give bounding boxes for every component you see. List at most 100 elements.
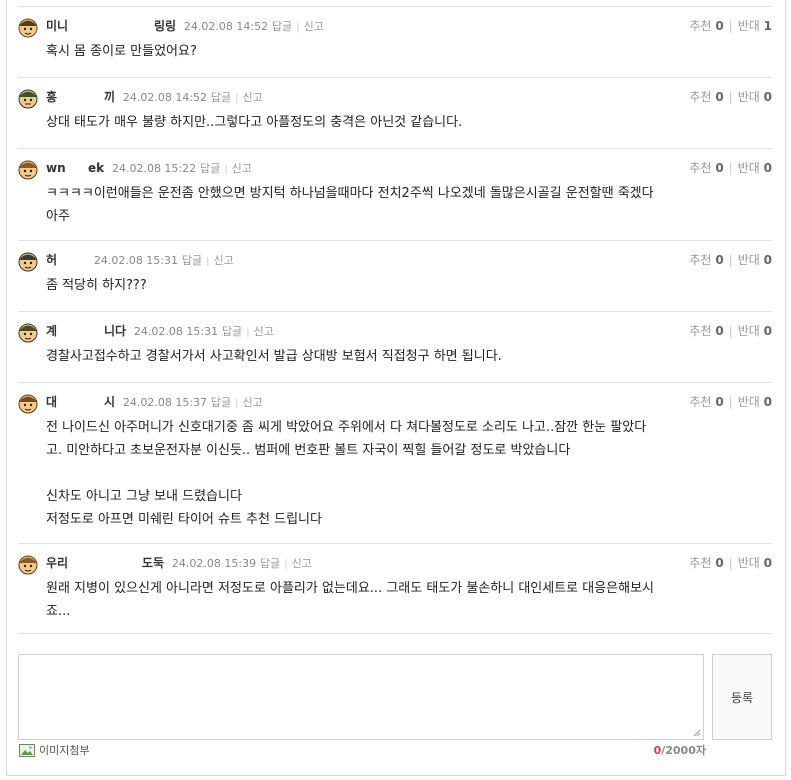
divider: | — [728, 395, 733, 409]
oppose-label: 반대 — [737, 395, 760, 409]
recommend-count: 0 — [715, 324, 724, 338]
oppose-count: 0 — [763, 556, 772, 570]
comment-meta: 미니 링링 24.02.08 14:52 답글 | 신고 — [46, 17, 324, 35]
divider: | — [206, 256, 210, 267]
report-link[interactable]: 신고 — [243, 396, 263, 409]
reply-link[interactable]: 답글 — [200, 162, 220, 175]
oppose-label: 반대 — [737, 556, 760, 570]
recommend-label: 추천 — [689, 395, 712, 409]
report-link[interactable]: 신고 — [292, 557, 312, 570]
oppose-button[interactable]: 반대 0 — [738, 324, 772, 338]
vote-box: 추천 0 | 반대 0 — [689, 393, 772, 411]
oppose-label: 반대 — [737, 90, 760, 104]
recommend-button[interactable]: 추천 0 — [689, 556, 723, 570]
comment-item: 우리 도둑 24.02.08 15:39 답글 | 신고 추천 0 | 반대 0 원래 지… — [18, 544, 772, 634]
comment-date: 24.02.08 14:52 — [183, 20, 269, 33]
avatar-icon — [18, 555, 38, 575]
report-link[interactable]: 신고 — [304, 20, 324, 33]
recommend-button[interactable]: 추천 0 — [689, 324, 723, 338]
author-name[interactable]: wn — [46, 159, 88, 177]
report-link[interactable]: 신고 — [232, 162, 252, 175]
divider: | — [296, 22, 300, 33]
author-name-suffix: ek — [88, 161, 105, 175]
divider: | — [235, 398, 239, 409]
comment-input[interactable] — [18, 654, 704, 740]
recommend-count: 0 — [715, 395, 724, 409]
oppose-button[interactable]: 반대 0 — [738, 161, 772, 175]
reply-link[interactable]: 답글 — [211, 91, 231, 104]
oppose-label: 반대 — [737, 161, 760, 175]
comment-body: 좀 적당히 하지??? — [46, 278, 147, 293]
reply-link[interactable]: 답글 — [272, 20, 292, 33]
submit-button[interactable]: 등록 — [712, 654, 772, 740]
report-link[interactable]: 신고 — [243, 91, 263, 104]
comment-meta: wn ek 24.02.08 15:22 답글 | 신고 — [46, 159, 252, 177]
report-link[interactable]: 신고 — [254, 325, 274, 338]
reply-link[interactable]: 답글 — [222, 325, 242, 338]
divider: | — [728, 556, 733, 570]
divider: | — [728, 90, 733, 104]
oppose-label: 반대 — [737, 19, 760, 33]
oppose-button[interactable]: 반대 0 — [738, 253, 772, 267]
divider: | — [728, 324, 733, 338]
divider: | — [284, 559, 288, 570]
avatar-icon — [18, 252, 38, 272]
avatar-icon — [18, 160, 38, 180]
divider: | — [728, 161, 733, 175]
author-name-suffix: 링링 — [154, 19, 177, 33]
author-name[interactable]: 흥 — [46, 88, 104, 106]
reply-link[interactable]: 답글 — [260, 557, 280, 570]
author-name[interactable]: 계 — [46, 322, 104, 340]
comment-body: 원래 지병이 있으신게 아니라면 저정도로 아플리가 없는데요... 그래도 태… — [46, 581, 655, 619]
avatar-icon — [18, 89, 38, 109]
vote-box: 추천 0 | 반대 1 — [689, 17, 772, 35]
recommend-label: 추천 — [689, 253, 712, 267]
recommend-count: 0 — [715, 556, 724, 570]
author-name[interactable]: 대 — [46, 393, 104, 411]
oppose-button[interactable]: 반대 1 — [738, 19, 772, 33]
vote-box: 추천 0 | 반대 0 — [689, 554, 772, 572]
oppose-count: 0 — [763, 253, 772, 267]
recommend-button[interactable]: 추천 0 — [689, 19, 723, 33]
comment-date: 24.02.08 15:37 — [122, 396, 208, 409]
image-attach-icon — [19, 744, 35, 757]
oppose-button[interactable]: 반대 0 — [738, 90, 772, 104]
char-counter: 0/2000자 — [600, 743, 706, 759]
recommend-count: 0 — [715, 253, 724, 267]
comment-composer: 등록 — [18, 654, 772, 740]
resize-grip-icon[interactable] — [693, 729, 701, 737]
comment-item: wn ek 24.02.08 15:22 답글 | 신고 추천 0 | 반대 0 ㅋㅋㅋㅋ… — [18, 149, 772, 241]
oppose-count: 0 — [763, 161, 772, 175]
report-link[interactable]: 신고 — [213, 254, 233, 267]
author-name[interactable]: 허 — [46, 251, 86, 269]
author-name[interactable]: 우리 — [46, 554, 142, 572]
comment-meta: 우리 도둑 24.02.08 15:39 답글 | 신고 — [46, 554, 312, 572]
recommend-label: 추천 — [689, 19, 712, 33]
comment-list: 미니 링링 24.02.08 14:52 답글 | 신고 추천 0 | 반대 1 혹시 몸… — [18, 6, 772, 634]
comment-item: 허 24.02.08 15:31 답글 | 신고 추천 0 | 반대 0 좀 적당히 하… — [18, 241, 772, 312]
author-name[interactable]: 미니 — [46, 17, 154, 35]
recommend-label: 추천 — [689, 556, 712, 570]
oppose-button[interactable]: 반대 0 — [738, 395, 772, 409]
oppose-count: 1 — [763, 19, 772, 33]
oppose-count: 0 — [763, 395, 772, 409]
recommend-label: 추천 — [689, 324, 712, 338]
comment-body: 전 나이드신 아주머니가 신호대기중 좀 씨게 박았어요 주위에서 다 쳐다볼정… — [46, 420, 647, 527]
comment-date: 24.02.08 14:52 — [122, 91, 208, 104]
recommend-button[interactable]: 추천 0 — [689, 253, 723, 267]
recommend-button[interactable]: 추천 0 — [689, 395, 723, 409]
reply-link[interactable]: 답글 — [211, 396, 231, 409]
comment-body: 상대 태도가 매우 불량 하지만..그렇다고 아플정도의 충격은 아닌것 같습니… — [46, 115, 463, 130]
recommend-button[interactable]: 추천 0 — [689, 161, 723, 175]
comment-item: 미니 링링 24.02.08 14:52 답글 | 신고 추천 0 | 반대 1 혹시 몸… — [18, 7, 772, 78]
reply-link[interactable]: 답글 — [182, 254, 202, 267]
divider: | — [235, 93, 239, 104]
recommend-button[interactable]: 추천 0 — [689, 90, 723, 104]
image-attach-button[interactable]: 이미지첨부 — [19, 743, 90, 759]
comment-meta: 허 24.02.08 15:31 답글 | 신고 — [46, 251, 234, 269]
char-max: /2000자 — [661, 744, 706, 757]
author-name-suffix: 도둑 — [142, 556, 165, 570]
divider: | — [246, 327, 250, 338]
oppose-button[interactable]: 반대 0 — [738, 556, 772, 570]
oppose-label: 반대 — [737, 324, 760, 338]
